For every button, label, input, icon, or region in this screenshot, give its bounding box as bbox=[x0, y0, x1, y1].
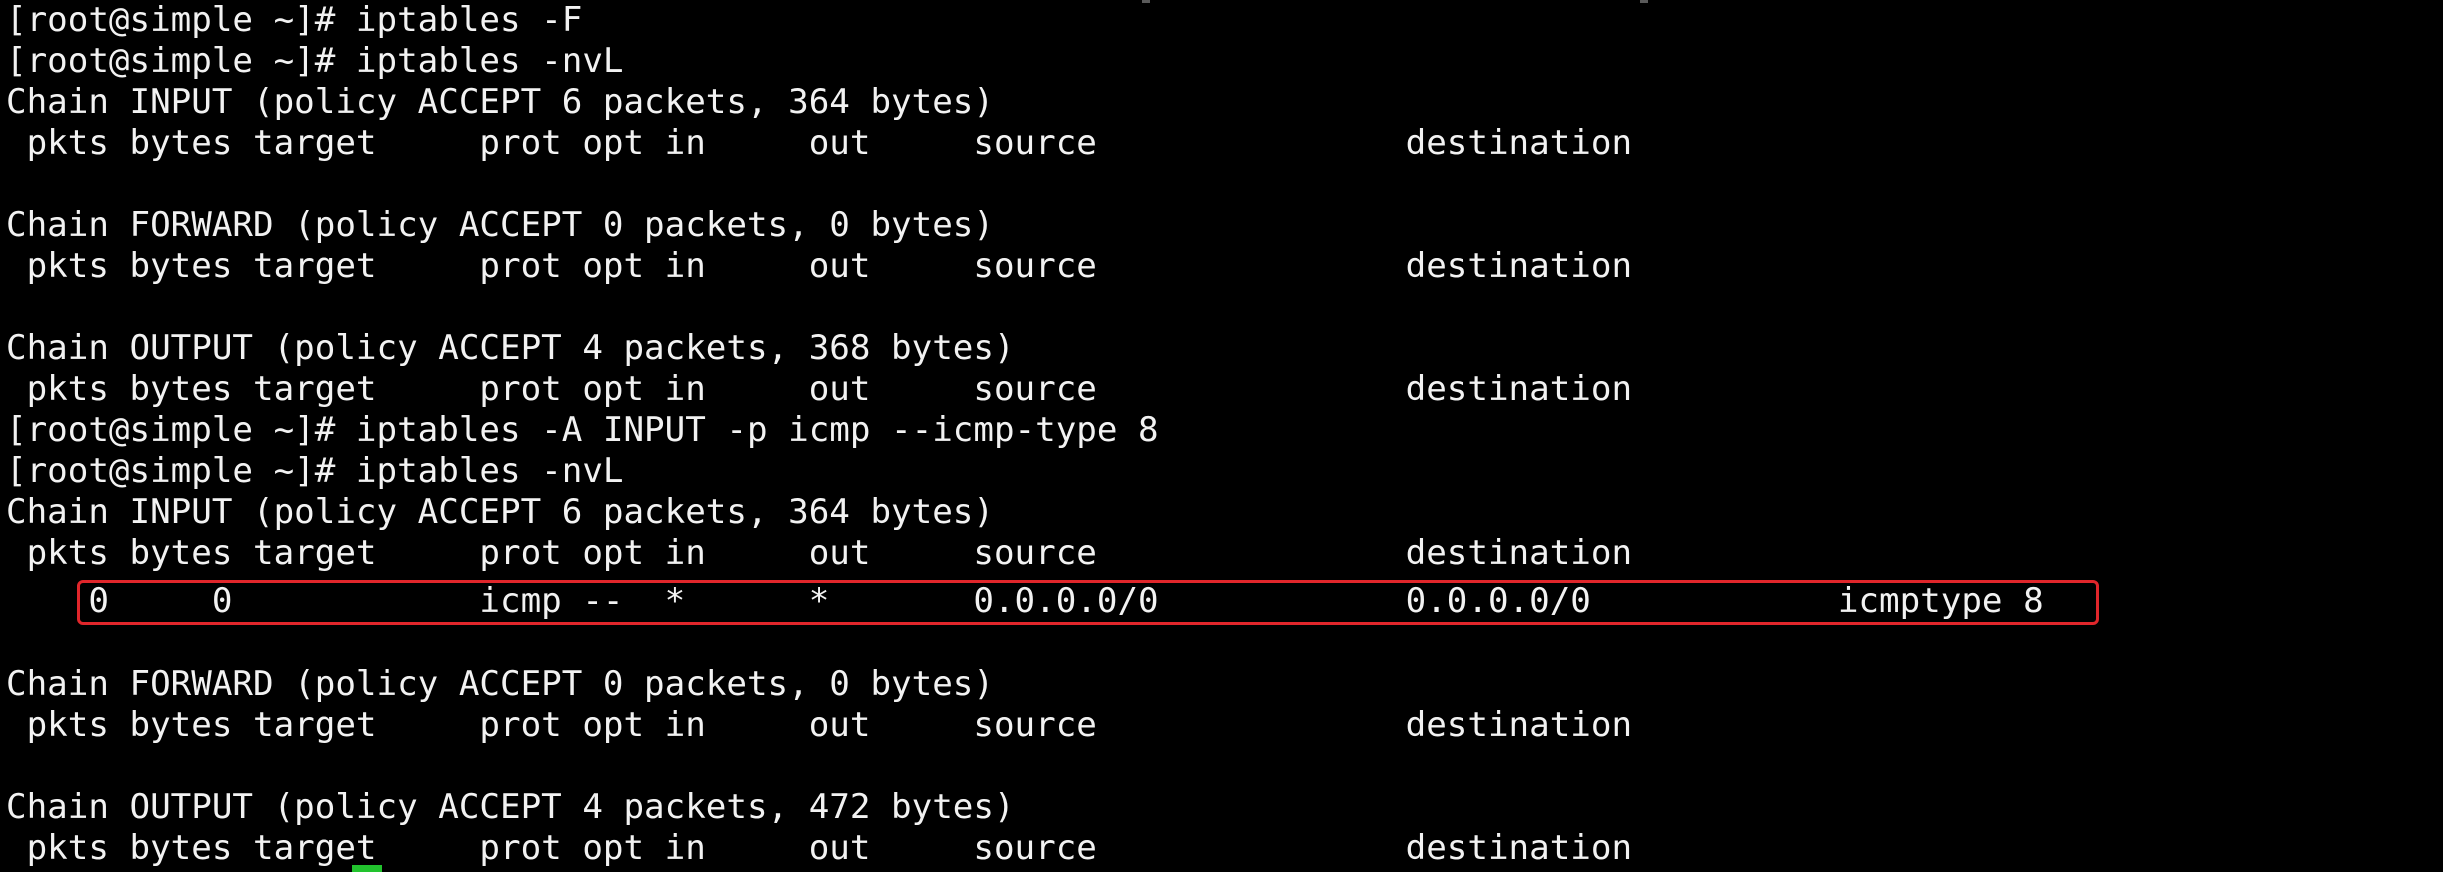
terminal-line-chain-header: Chain INPUT (policy ACCEPT 6 packets, 36… bbox=[6, 82, 994, 122]
terminal-line-column-header: pkts bytes target prot opt in out source… bbox=[6, 705, 1633, 745]
terminal-line-column-header: pkts bytes target prot opt in out source… bbox=[6, 246, 1633, 286]
scrollback-fragment bbox=[1640, 0, 1648, 3]
terminal-line-column-header: pkts bytes target prot opt in out source… bbox=[6, 123, 1633, 163]
terminal-line-column-header: pkts bytes target prot opt in out source… bbox=[6, 533, 1633, 573]
terminal-line-prompt: [root@simple ~]# iptables -A INPUT -p ic… bbox=[6, 410, 1159, 450]
terminal-line-column-header: pkts bytes target prot opt in out source… bbox=[6, 369, 1633, 409]
text-cursor bbox=[352, 865, 382, 872]
terminal-line-chain-header: Chain INPUT (policy ACCEPT 6 packets, 36… bbox=[6, 492, 994, 532]
highlight-annotation-box bbox=[77, 580, 2099, 625]
terminal-line-column-header: pkts bytes target prot opt in out source… bbox=[6, 828, 1633, 868]
terminal-line-chain-header: Chain FORWARD (policy ACCEPT 0 packets, … bbox=[6, 205, 994, 245]
terminal-line-chain-header: Chain OUTPUT (policy ACCEPT 4 packets, 4… bbox=[6, 787, 1015, 827]
terminal-line-prompt: [root@simple ~]# iptables -F bbox=[6, 0, 583, 40]
terminal-line-prompt: [root@simple ~]# iptables -nvL bbox=[6, 41, 624, 81]
terminal-line-chain-header: Chain FORWARD (policy ACCEPT 0 packets, … bbox=[6, 664, 994, 704]
terminal-window[interactable]: [root@simple ~]# iptables -F [root@simpl… bbox=[0, 0, 2443, 872]
terminal-line-chain-header: Chain OUTPUT (policy ACCEPT 4 packets, 3… bbox=[6, 328, 1015, 368]
terminal-line-prompt: [root@simple ~]# iptables -nvL bbox=[6, 451, 624, 491]
scrollback-fragment bbox=[1142, 0, 1150, 3]
